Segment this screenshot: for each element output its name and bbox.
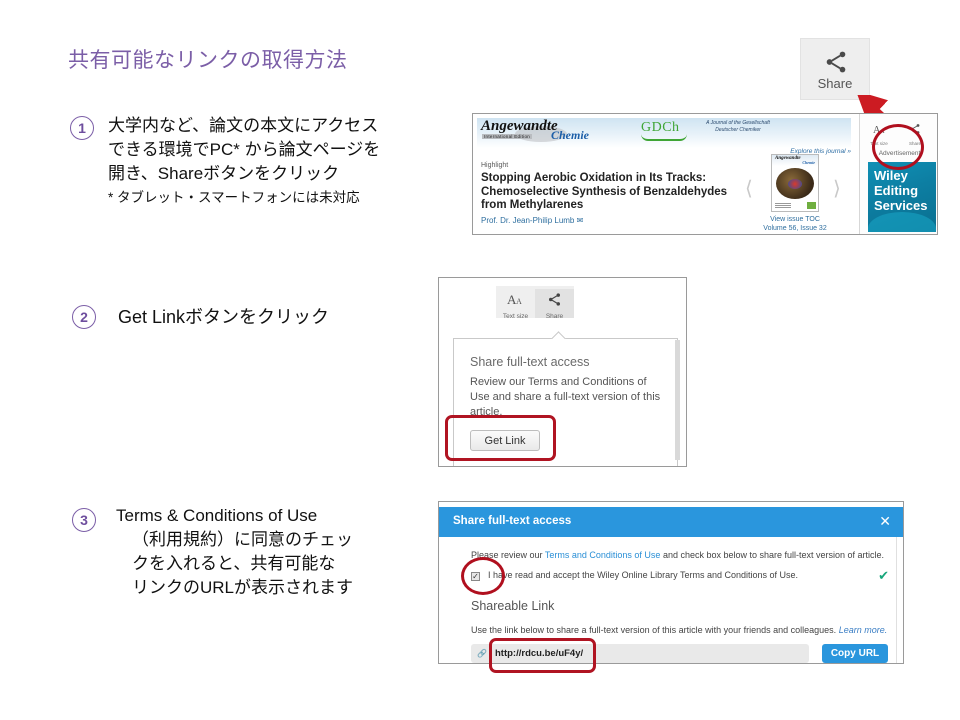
popover-toolbar: A A Text size Share	[496, 286, 574, 320]
screenshot-article-page: Angewandte International Edition Chemie …	[472, 113, 938, 235]
article-kicker: Highlight	[481, 162, 509, 169]
text-size-icon: A A	[507, 292, 522, 307]
issue-cover-image: Angewandte Chemie	[771, 154, 819, 212]
url-field-highlight	[489, 638, 596, 673]
step-2-number: 2	[72, 305, 96, 329]
step-2-line-1: Get Linkボタンをクリック	[118, 307, 330, 327]
step-3-line-4: リンクのURLが表示されます	[132, 578, 354, 597]
journal-edition: International Edition	[482, 134, 533, 139]
learn-more-link[interactable]: Learn more.	[839, 625, 888, 635]
share-nodes-icon	[549, 293, 560, 306]
svg-text:A: A	[516, 297, 522, 306]
step-3-line-2: （利用規約）に同意のチェッ	[132, 530, 353, 549]
step-3-line-1: Terms & Conditions of Use	[116, 506, 318, 525]
share-button-callout[interactable]: Share	[800, 38, 870, 100]
prev-article-chevron-icon[interactable]: ⟨	[745, 176, 753, 201]
terms-conditions-link[interactable]: Terms and Conditions of Use	[545, 550, 661, 560]
society-subtitle: A Journal of the Gesellschaft Deutscher …	[706, 120, 770, 133]
help-prefix: Use the link below to share a full-text …	[471, 625, 839, 635]
share-tool[interactable]: Share	[535, 289, 574, 320]
journal-name: Angewandte	[481, 118, 558, 134]
svg-text:A: A	[507, 292, 517, 307]
check-icon: ✔	[878, 568, 889, 583]
share-icon-highlight	[872, 124, 924, 170]
step-1-line-1: 大学内など、論文の本文にアクセス	[108, 116, 379, 135]
scrollbar[interactable]	[675, 340, 680, 460]
modal-intro: Please review our Terms and Conditions o…	[471, 550, 884, 560]
modal-title: Share full-text access	[453, 515, 572, 527]
popover-heading: Share full-text access	[470, 355, 590, 369]
link-icon: 🔗	[477, 649, 487, 658]
accept-terms-label: I have read and accept the Wiley Online …	[488, 570, 798, 580]
society-logo-underline	[641, 134, 687, 141]
share-label: Share	[545, 313, 564, 320]
share-nodes-icon	[826, 51, 846, 73]
issue-label: Volume 56, Issue 32	[763, 225, 827, 232]
shareable-link-help: Use the link below to share a full-text …	[471, 625, 887, 635]
modal-intro-suffix: and check box below to share full-text v…	[660, 550, 885, 560]
close-icon[interactable]: ✕	[879, 513, 891, 530]
journal-name-2: Chemie	[551, 128, 589, 142]
step-1-note: * タブレット・スマートフォンには未対応	[108, 190, 360, 205]
view-issue-toc-link[interactable]: View issue TOC	[755, 215, 835, 224]
page-title: 共有可能なリンクの取得方法	[68, 49, 348, 72]
slide-canvas: 共有可能なリンクの取得方法 Share 1 大学内など、論文の本文にアクセス で…	[0, 0, 960, 720]
article-main-column: Angewandte International Edition Chemie …	[473, 114, 860, 234]
text-size-tool[interactable]: A A Text size	[496, 289, 535, 320]
issue-cover-block[interactable]: Angewandte Chemie View issue TOC Volume …	[755, 154, 835, 233]
shareable-link-heading: Shareable Link	[471, 599, 555, 613]
popover-body: Review our Terms and Conditions of Use a…	[470, 376, 661, 418]
get-link-highlight	[445, 415, 556, 461]
advertisement-text: Wiley Editing Services	[874, 168, 928, 213]
checkbox-highlight	[461, 557, 505, 595]
article-title: Stopping Aerobic Oxidation in Its Tracks…	[481, 172, 728, 211]
step-1-number: 1	[70, 116, 94, 140]
step-3-line-3: クを入れると、共有可能な	[132, 554, 336, 573]
popover-arrow	[551, 331, 567, 339]
copy-url-button[interactable]: Copy URL	[822, 644, 888, 663]
modal-titlebar: Share full-text access ✕	[439, 507, 903, 537]
step-1-line-2: できる環境でPC* から論文ページを	[108, 140, 381, 159]
share-callout-label: Share	[817, 76, 853, 91]
step-3-number: 3	[72, 508, 96, 532]
step-1-line-3: 開き、Shareボタンをクリック	[108, 164, 340, 183]
article-author[interactable]: Prof. Dr. Jean-Philip Lumb ✉	[481, 216, 583, 225]
text-size-label: Text size	[502, 313, 529, 320]
advertisement-banner[interactable]: Wiley Editing Services	[868, 162, 936, 232]
